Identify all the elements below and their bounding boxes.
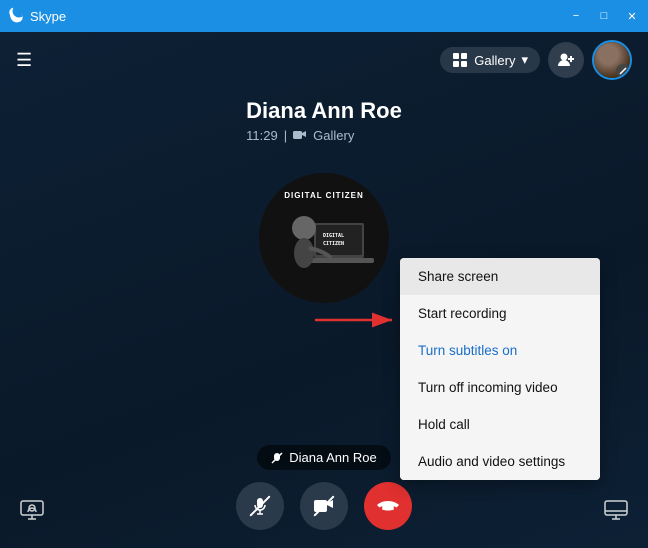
svg-text:DIGITAL: DIGITAL bbox=[323, 233, 344, 239]
gallery-button[interactable]: Gallery ▾ bbox=[440, 47, 540, 73]
start-recording-item[interactable]: Start recording bbox=[400, 295, 600, 332]
minimize-button[interactable]: − bbox=[568, 10, 584, 22]
end-call-icon bbox=[377, 499, 399, 513]
gallery-arrow: ▾ bbox=[521, 52, 528, 68]
arrow-indicator bbox=[310, 302, 400, 343]
turn-subtitles-label: Turn subtitles on bbox=[418, 343, 517, 358]
titlebar-left: Skype bbox=[8, 7, 66, 26]
video-icon bbox=[314, 499, 334, 513]
context-menu: Share screen Start recording Turn subtit… bbox=[400, 258, 600, 480]
turn-off-video-label: Turn off incoming video bbox=[418, 380, 558, 395]
end-call-button[interactable] bbox=[364, 482, 412, 530]
add-person-button[interactable] bbox=[548, 42, 584, 78]
controls-row bbox=[236, 482, 412, 530]
titlebar-title: Skype bbox=[30, 9, 66, 24]
share-screen-label: Share screen bbox=[418, 269, 498, 284]
gallery-label: Gallery bbox=[474, 53, 515, 68]
contact-name: Diana Ann Roe bbox=[246, 98, 402, 124]
mute-icon bbox=[619, 67, 627, 75]
avatar-inner: DIGITAL CITIZEN DIGITAL CITIZEN bbox=[259, 173, 389, 303]
hold-call-item[interactable]: Hold call bbox=[400, 406, 600, 443]
svg-text:CITIZEN: CITIZEN bbox=[323, 241, 344, 247]
add-person-icon bbox=[557, 51, 575, 69]
call-time: 11:29 bbox=[246, 128, 278, 143]
audio-video-settings-item[interactable]: Audio and video settings bbox=[400, 443, 600, 480]
screen-icon bbox=[20, 500, 44, 520]
main-avatar: DIGITAL CITIZEN DIGITAL CITIZEN bbox=[259, 173, 389, 303]
screen-share-left-icon[interactable] bbox=[20, 500, 44, 526]
call-status: 11:29 | Gallery bbox=[246, 128, 402, 143]
gallery-status-label: Gallery bbox=[313, 128, 354, 143]
arrow-svg bbox=[310, 302, 400, 338]
gallery-icon bbox=[452, 52, 468, 68]
more-options-icon bbox=[604, 500, 628, 520]
name-badge-label: Diana Ann Roe bbox=[289, 450, 376, 465]
separator: | bbox=[284, 128, 287, 143]
titlebar-controls: − □ ✕ bbox=[568, 10, 640, 23]
turn-off-video-item[interactable]: Turn off incoming video bbox=[400, 369, 600, 406]
top-right-controls: Gallery ▾ bbox=[440, 40, 632, 80]
skype-icon bbox=[8, 7, 24, 26]
hold-call-label: Hold call bbox=[418, 417, 470, 432]
call-area: ☰ Gallery ▾ bbox=[0, 32, 648, 548]
more-options-button[interactable] bbox=[604, 500, 628, 526]
close-button[interactable]: ✕ bbox=[624, 10, 640, 23]
share-screen-item[interactable]: Share screen bbox=[400, 258, 600, 295]
titlebar: Skype − □ ✕ bbox=[0, 0, 648, 32]
contact-avatar-top bbox=[592, 40, 632, 80]
call-name-section: Diana Ann Roe 11:29 | Gallery bbox=[246, 98, 402, 143]
avatar-canvas: DIGITAL CITIZEN DIGITAL CITIZEN bbox=[259, 173, 389, 303]
maximize-button[interactable]: □ bbox=[596, 10, 612, 22]
top-bar: ☰ Gallery ▾ bbox=[0, 32, 648, 88]
camera-icon bbox=[293, 128, 307, 143]
mute-badge-icon bbox=[271, 452, 283, 464]
mute-video-button[interactable] bbox=[300, 482, 348, 530]
microphone-icon bbox=[250, 496, 270, 516]
audio-video-settings-label: Audio and video settings bbox=[418, 454, 565, 469]
digital-citizen-label: DIGITAL CITIZEN bbox=[284, 191, 364, 200]
hamburger-menu[interactable]: ☰ bbox=[16, 50, 32, 71]
turn-subtitles-item[interactable]: Turn subtitles on bbox=[400, 332, 600, 369]
start-recording-label: Start recording bbox=[418, 306, 507, 321]
name-badge: Diana Ann Roe bbox=[257, 445, 390, 470]
avatar-badge bbox=[616, 64, 630, 78]
mute-audio-button[interactable] bbox=[236, 482, 284, 530]
